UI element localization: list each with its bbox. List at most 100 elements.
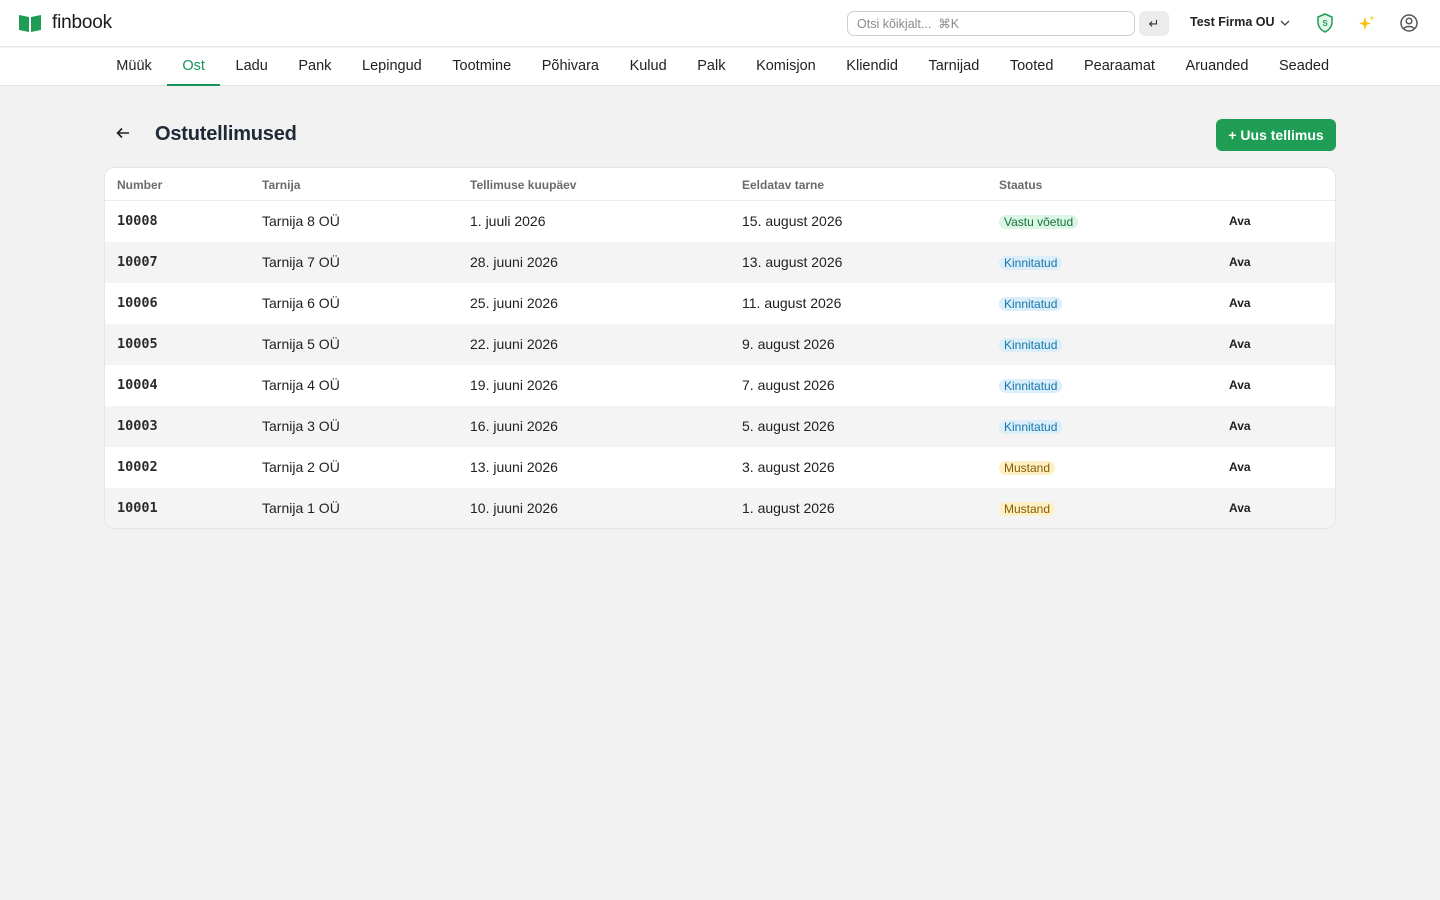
table-row[interactable]: 10003 Tarnija 3 OÜ 16. juuni 2026 5. august… (105, 406, 1335, 447)
top-bar: finbook ↵ Test Firma OU S (0, 0, 1440, 47)
table-row[interactable]: 10002 Tarnija 2 OÜ 13. juuni 2026 3. august… (105, 447, 1335, 488)
cell-delivery: 1. august 2026 (742, 500, 835, 516)
open-order-link[interactable]: Ava (1229, 365, 1251, 406)
main-nav: Müük Ost Ladu Pank Lepingud Tootmine Põhivara K… (0, 48, 1440, 86)
cell-number: 10001 (117, 500, 158, 516)
tab-palk[interactable]: Palk (682, 48, 741, 86)
cell-number: 10005 (117, 336, 158, 352)
cell-order-date: 16. juuni 2026 (470, 418, 558, 434)
app-name: finbook (52, 12, 112, 33)
column-header-status[interactable]: Staatus (999, 178, 1042, 192)
tab-pank[interactable]: Pank (283, 48, 347, 86)
open-order-link[interactable]: Ava (1229, 283, 1251, 324)
chevron-down-icon (1280, 15, 1290, 29)
tab-komisjon[interactable]: Komisjon (741, 48, 831, 86)
tab-kulud[interactable]: Kulud (614, 48, 682, 86)
tab-müük[interactable]: Müük (101, 48, 167, 86)
tab-ost[interactable]: Ost (167, 48, 221, 86)
table-row[interactable]: 10008 Tarnija 8 OÜ 1. juuli 2026 15. august… (105, 201, 1335, 242)
cell-supplier: Tarnija 8 OÜ (262, 213, 340, 229)
status-badge: Kinnitatud (999, 379, 1063, 393)
status-badge: Mustand (999, 461, 1056, 475)
open-order-link[interactable]: Ava (1229, 406, 1251, 447)
cell-order-date: 22. juuni 2026 (470, 336, 558, 352)
cell-delivery: 15. august 2026 (742, 213, 843, 229)
table-body: 10008 Tarnija 8 OÜ 1. juuli 2026 15. august… (105, 201, 1335, 528)
table-row[interactable]: 10004 Tarnija 4 OÜ 19. juuni 2026 7. august… (105, 365, 1335, 406)
cell-delivery: 13. august 2026 (742, 254, 843, 270)
open-order-link[interactable]: Ava (1229, 242, 1251, 283)
cell-order-date: 13. juuni 2026 (470, 459, 558, 475)
tab-pearaamat[interactable]: Pearaamat (1069, 48, 1171, 86)
status-badge: Kinnitatud (999, 338, 1063, 352)
back-button[interactable] (113, 125, 133, 145)
open-order-link[interactable]: Ava (1229, 324, 1251, 365)
status-badge: Kinnitatud (999, 297, 1063, 311)
tab-lepingud[interactable]: Lepingud (347, 48, 437, 86)
tab-tootmine[interactable]: Tootmine (437, 48, 526, 86)
cell-order-date: 28. juuni 2026 (470, 254, 558, 270)
open-order-link[interactable]: Ava (1229, 488, 1251, 528)
cell-supplier: Tarnija 2 OÜ (262, 459, 340, 475)
purchase-orders-table: Number Tarnija Tellimuse kuupäev Eeldata… (104, 167, 1336, 529)
column-header-delivery[interactable]: Eeldatav tarne (742, 178, 824, 192)
svg-text:S: S (1322, 19, 1328, 28)
table-header: Number Tarnija Tellimuse kuupäev Eeldata… (105, 168, 1335, 201)
new-order-button[interactable]: + Uus tellimus (1216, 119, 1336, 151)
table-row[interactable]: 10007 Tarnija 7 OÜ 28. juuni 2026 13. augus… (105, 242, 1335, 283)
page-title: Ostutellimused (155, 123, 297, 145)
cell-delivery: 7. august 2026 (742, 377, 835, 393)
cell-supplier: Tarnija 7 OÜ (262, 254, 340, 270)
cell-supplier: Tarnija 4 OÜ (262, 377, 340, 393)
status-badge: Vastu võetud (999, 215, 1079, 229)
table-row[interactable]: 10001 Tarnija 1 OÜ 10. juuni 2026 1. august… (105, 488, 1335, 528)
column-header-number[interactable]: Number (117, 178, 162, 192)
search-input[interactable] (847, 11, 1135, 36)
table-row[interactable]: 10006 Tarnija 6 OÜ 25. juuni 2026 11. augus… (105, 283, 1335, 324)
cell-supplier: Tarnija 1 OÜ (262, 500, 340, 516)
cell-supplier: Tarnija 3 OÜ (262, 418, 340, 434)
shield-icon[interactable]: S (1314, 12, 1336, 34)
company-switcher[interactable]: Test Firma OU (1190, 15, 1290, 29)
cell-number: 10008 (117, 213, 158, 229)
cell-delivery: 5. august 2026 (742, 418, 835, 434)
nav-tabs: Müük Ost Ladu Pank Lepingud Tootmine Põhivara K… (101, 48, 1344, 86)
tab-seaded[interactable]: Seaded (1264, 48, 1345, 86)
book-icon (18, 12, 42, 34)
column-header-order-date[interactable]: Tellimuse kuupäev (470, 178, 576, 192)
enter-icon: ↵ (1148, 15, 1160, 31)
cell-delivery: 9. august 2026 (742, 336, 835, 352)
user-circle-icon[interactable] (1398, 12, 1420, 34)
tab-tarnijad[interactable]: Tarnijad (913, 48, 994, 86)
column-header-supplier[interactable]: Tarnija (262, 178, 300, 192)
tab-tooted[interactable]: Tooted (995, 48, 1069, 86)
tab-ladu[interactable]: Ladu (220, 48, 283, 86)
app-logo[interactable]: finbook (18, 12, 112, 34)
cell-supplier: Tarnija 6 OÜ (262, 295, 340, 311)
cell-number: 10006 (117, 295, 158, 311)
cell-order-date: 25. juuni 2026 (470, 295, 558, 311)
tab-aruanded[interactable]: Aruanded (1170, 48, 1263, 86)
search-submit-button[interactable]: ↵ (1139, 11, 1169, 36)
tab-kliendid[interactable]: Kliendid (831, 48, 913, 86)
open-order-link[interactable]: Ava (1229, 447, 1251, 488)
cell-order-date: 1. juuli 2026 (470, 213, 546, 229)
sparkles-icon[interactable] (1356, 12, 1378, 34)
cell-number: 10002 (117, 459, 158, 475)
status-badge: Kinnitatud (999, 420, 1063, 434)
status-badge: Kinnitatud (999, 256, 1063, 270)
cell-number: 10004 (117, 377, 158, 393)
company-name: Test Firma OU (1190, 15, 1275, 29)
arrow-left-icon (116, 126, 130, 144)
table-row[interactable]: 10005 Tarnija 5 OÜ 22. juuni 2026 9. august… (105, 324, 1335, 365)
cell-delivery: 11. august 2026 (742, 295, 842, 311)
cell-supplier: Tarnija 5 OÜ (262, 336, 340, 352)
cell-number: 10003 (117, 418, 158, 434)
tab-põhivara[interactable]: Põhivara (526, 48, 614, 86)
cell-delivery: 3. august 2026 (742, 459, 835, 475)
status-badge: Mustand (999, 502, 1056, 516)
cell-order-date: 19. juuni 2026 (470, 377, 558, 393)
open-order-link[interactable]: Ava (1229, 201, 1251, 242)
cell-order-date: 10. juuni 2026 (470, 500, 558, 516)
cell-number: 10007 (117, 254, 158, 270)
